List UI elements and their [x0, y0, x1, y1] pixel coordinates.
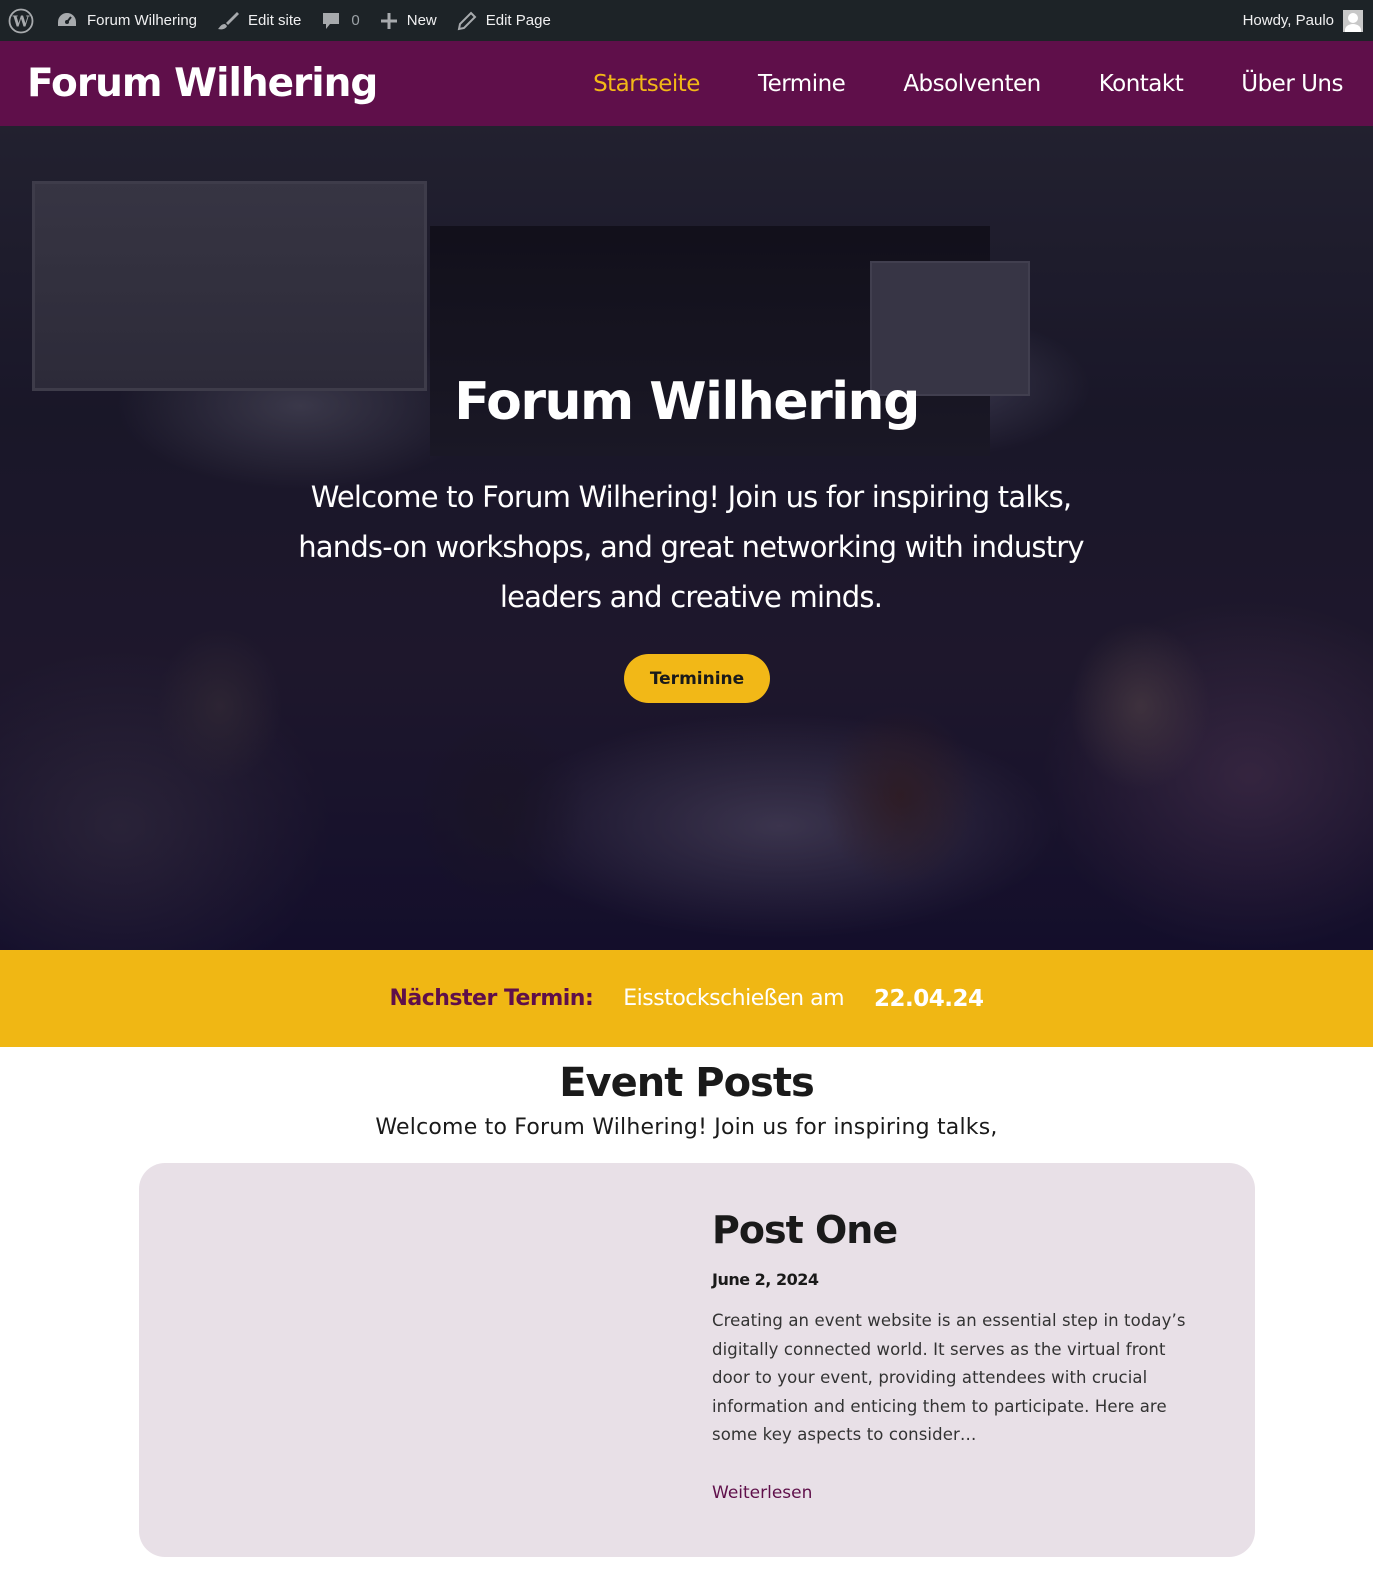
- nav-item-startseite[interactable]: Startseite: [593, 71, 700, 97]
- edit-page-label: Edit Page: [485, 12, 551, 29]
- comments-button[interactable]: 0: [311, 0, 369, 41]
- svg-text:W: W: [12, 12, 31, 30]
- post-excerpt: Creating an event website is an essentia…: [712, 1311, 1186, 1444]
- admin-bar: W Forum Wilhering Edit site 0 New Edit P…: [0, 0, 1373, 41]
- edit-site-button[interactable]: Edit site: [207, 0, 311, 41]
- hero-text: Welcome to Forum Wilhering! Join us for …: [298, 480, 1084, 614]
- wordpress-logo-button[interactable]: W: [0, 0, 46, 41]
- next-event-bar: Nächster Termin: Eisstockschießen am 22.…: [0, 950, 1373, 1047]
- comment-icon: [321, 11, 341, 31]
- event-posts-heading: Event Posts: [559, 1060, 815, 1106]
- site-title[interactable]: Forum Wilhering: [27, 61, 378, 106]
- hero-section: Forum Wilhering Welcome to Forum Wilheri…: [0, 126, 1373, 950]
- hero-title: Forum Wilhering: [454, 372, 920, 432]
- dashboard-icon: [56, 11, 78, 31]
- plus-icon: [380, 12, 398, 30]
- wordpress-icon: W: [8, 8, 34, 34]
- site-header: Forum Wilhering Startseite Termine Absol…: [0, 41, 1373, 126]
- nav-item-absolventen[interactable]: Absolventen: [903, 71, 1041, 97]
- avatar: [1343, 9, 1363, 32]
- site-name-label: Forum Wilhering: [87, 12, 198, 29]
- post-title[interactable]: Post One: [712, 1208, 898, 1252]
- site-name-menu[interactable]: Forum Wilhering: [46, 0, 207, 41]
- post-date: June 2, 2024: [712, 1270, 819, 1289]
- comments-count: 0: [351, 12, 360, 29]
- new-label: New: [406, 12, 437, 29]
- brush-icon: [217, 11, 240, 31]
- new-content-button[interactable]: New: [370, 0, 447, 41]
- howdy-label: Howdy, Paulo: [1242, 12, 1334, 29]
- next-event-date: 22.04.24: [874, 985, 984, 1012]
- account-menu[interactable]: Howdy, Paulo: [1233, 0, 1373, 41]
- pencil-icon: [457, 11, 477, 31]
- event-posts-subheading: Welcome to Forum Wilhering! Join us for …: [375, 1115, 998, 1140]
- nav-item-ueber-uns[interactable]: Über Uns: [1241, 71, 1343, 97]
- terminine-button[interactable]: Terminine: [624, 654, 770, 703]
- main-navigation: Startseite Termine Absolventen Kontakt Ü…: [593, 41, 1343, 126]
- nav-item-termine[interactable]: Termine: [758, 71, 846, 97]
- next-event-label: Nächster Termin:: [389, 986, 594, 1011]
- edit-page-button[interactable]: Edit Page: [447, 0, 561, 41]
- hero-content: Forum Wilhering Welcome to Forum Wilheri…: [0, 126, 1373, 950]
- read-more-link[interactable]: Weiterlesen: [712, 1483, 812, 1503]
- nav-item-kontakt[interactable]: Kontakt: [1099, 71, 1184, 97]
- next-event-name: Eisstockschießen am: [623, 986, 845, 1011]
- edit-site-label: Edit site: [248, 12, 302, 29]
- post-image-placeholder: [139, 1163, 679, 1557]
- post-card: Post One June 2, 2024 Creating an event …: [139, 1163, 1255, 1557]
